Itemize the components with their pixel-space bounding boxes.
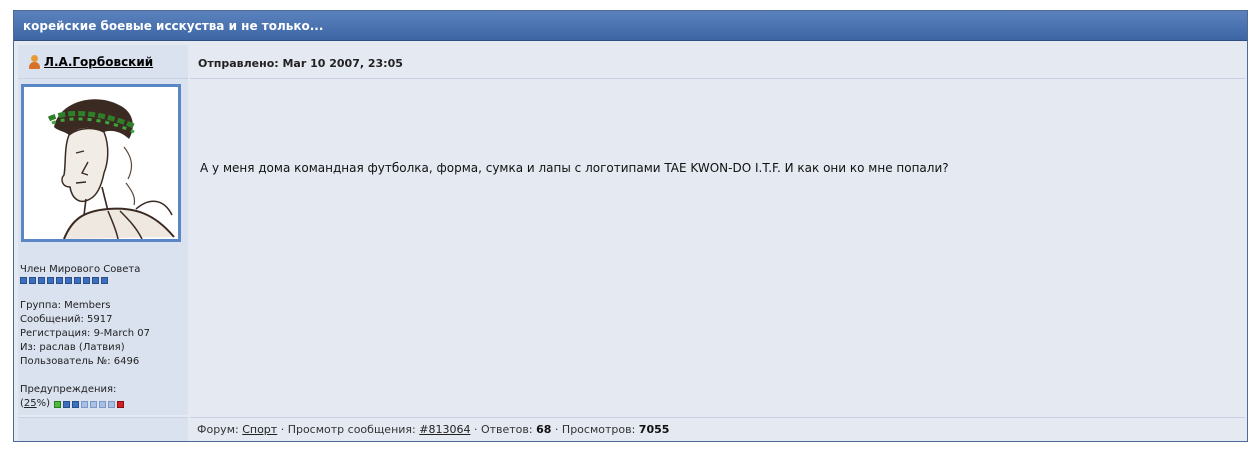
separator: · — [473, 423, 478, 436]
post-date: Отправлено: Mar 10 2007, 23:05 — [198, 57, 403, 70]
warn-pip — [72, 400, 80, 408]
views-label: Просмотров: — [561, 423, 636, 436]
user-registered: Регистрация: 9-March 07 — [20, 328, 150, 339]
separator: · — [280, 423, 285, 436]
warn-pip — [108, 400, 116, 408]
warn-decrease — [54, 400, 62, 408]
post-message: А у меня дома командная футболка, форма,… — [200, 161, 949, 175]
warn-pip — [90, 400, 98, 408]
post-link[interactable]: #813064 — [419, 423, 470, 436]
topic-title: корейские боевые исскуства и не только..… — [23, 19, 324, 33]
author-name[interactable]: Л.А.Горбовский — [44, 55, 153, 69]
footer-stats: Форум: Спорт · Просмотр сообщения: #8130… — [197, 423, 669, 436]
rank-pip — [47, 277, 54, 284]
user-icon — [28, 55, 41, 69]
post-footer: Форум: Спорт · Просмотр сообщения: #8130… — [190, 417, 1245, 441]
rank-pip — [65, 277, 72, 284]
warning-pips — [54, 400, 125, 408]
warnings-label: Предупреждения: — [20, 384, 117, 395]
message-column — [190, 45, 1245, 415]
user-from: Из: раслав (Латвия) — [20, 342, 125, 353]
warn-percent: (25%) — [20, 398, 51, 409]
warn-percent-link[interactable]: 25 — [24, 398, 37, 409]
replies-count: 68 — [536, 423, 552, 436]
views-count: 7055 — [638, 423, 670, 436]
user-number: Пользователь №: 6496 — [20, 356, 140, 367]
rank-pip — [29, 277, 36, 284]
rank-pip — [74, 277, 81, 284]
warn-increase — [117, 400, 125, 408]
rank-pip — [20, 277, 27, 284]
user-group: Группа: Members — [20, 300, 111, 311]
post-header: Отправлено: Mar 10 2007, 23:05 — [190, 45, 1245, 79]
rank-pip — [83, 277, 90, 284]
avatar-sketch — [24, 87, 178, 240]
separator: · — [554, 423, 559, 436]
replies-label: Ответов: — [480, 423, 533, 436]
author-link[interactable]: Л.А.Горбовский — [28, 55, 153, 69]
post-panel: корейские боевые исскуства и не только..… — [13, 10, 1248, 442]
avatar — [21, 84, 181, 242]
rank-pip — [101, 277, 108, 284]
warn-pip — [63, 400, 71, 408]
author-header: Л.А.Горбовский — [18, 45, 188, 79]
user-rank: Член Мирового Совета — [20, 264, 141, 275]
warn-pip — [99, 400, 107, 408]
forum-label: Форум: — [197, 423, 239, 436]
warnings-row: (25%) — [20, 397, 125, 411]
warn-pip — [81, 400, 89, 408]
view-post-label: Просмотр сообщения: — [287, 423, 416, 436]
rank-pips — [20, 277, 108, 284]
user-posts: Сообщений: 5917 — [20, 314, 113, 325]
rank-pip — [56, 277, 63, 284]
rank-pip — [92, 277, 99, 284]
forum-link[interactable]: Спорт — [242, 423, 277, 436]
footer-left — [18, 417, 188, 441]
rank-pip — [38, 277, 45, 284]
topic-title-bar: корейские боевые исскуства и не только..… — [14, 11, 1247, 41]
